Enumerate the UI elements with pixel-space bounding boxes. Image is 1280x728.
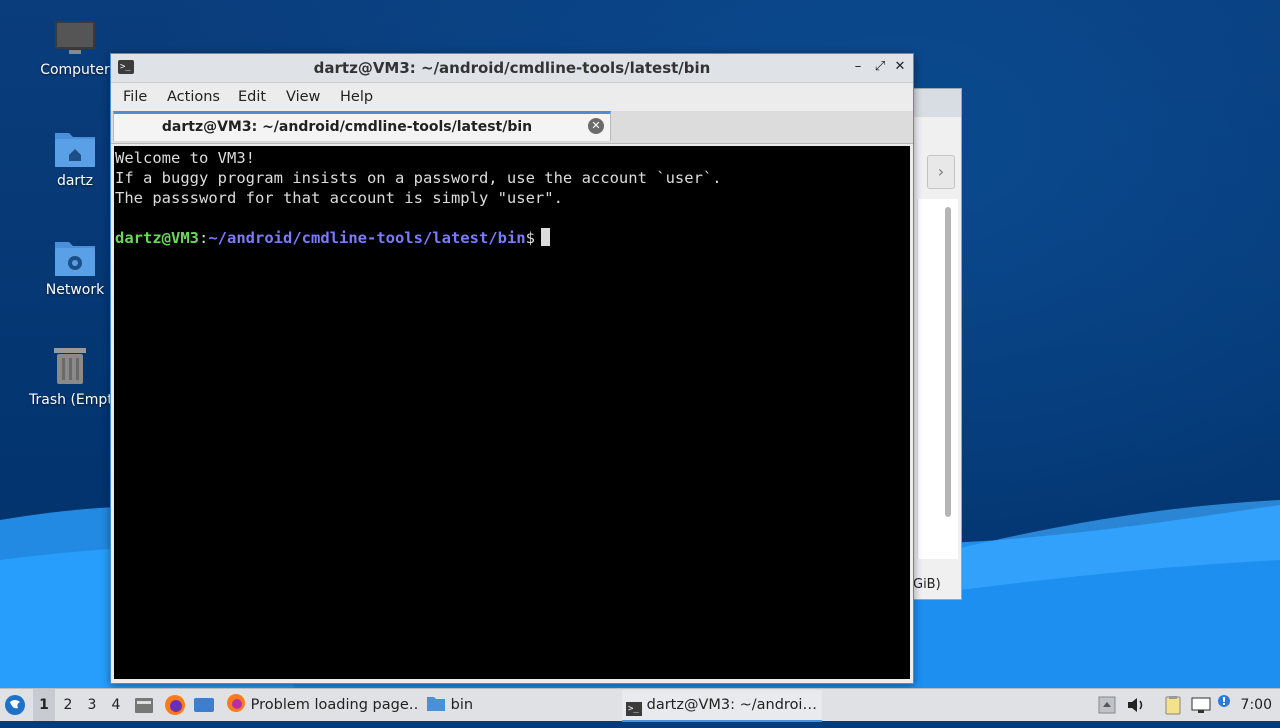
file-manager-scrollbar[interactable]	[945, 207, 951, 517]
prompt-user-host: dartz@VM3	[115, 229, 199, 247]
folder-icon	[427, 697, 445, 711]
workspace-3[interactable]: 3	[81, 689, 103, 721]
network-icon	[1191, 697, 1211, 713]
output-line: Welcome to VM3!	[115, 149, 255, 167]
clipboard-tray[interactable]	[1163, 689, 1183, 721]
output-line: If a buggy program insists on a password…	[115, 169, 722, 187]
computer-icon	[55, 21, 95, 54]
notification-tray[interactable]	[1216, 689, 1232, 721]
file-manager-icon	[135, 698, 153, 713]
firefox-launcher[interactable]	[164, 689, 186, 721]
tab-terminal[interactable]: dartz@VM3: ~/android/cmdline-tools/lates…	[113, 111, 611, 141]
workspace-1[interactable]: 1	[33, 689, 55, 721]
trash-icon	[54, 348, 86, 384]
home-folder-icon	[55, 133, 95, 167]
prompt-symbol: $	[525, 229, 535, 247]
output-line: The passsword for that account is simply…	[115, 189, 563, 207]
terminal-output[interactable]: Welcome to VM3! If a buggy program insis…	[114, 146, 910, 679]
window-title: dartz@VM3: ~/android/cmdline-tools/lates…	[313, 59, 711, 77]
tab-label: dartz@VM3: ~/android/cmdline-tools/lates…	[161, 119, 533, 135]
info-icon	[1218, 695, 1230, 707]
show-desktop-icon	[194, 698, 214, 712]
close-tab-icon[interactable]: ✕	[588, 118, 604, 134]
task-firefox[interactable]: Problem loading page…	[222, 690, 420, 720]
firefox-icon	[227, 694, 245, 712]
menubar: File Actions Edit View Help	[111, 83, 913, 111]
menu-file[interactable]: File	[123, 89, 147, 105]
close-button[interactable]: ✕	[891, 58, 909, 76]
clock[interactable]: 7:00	[1241, 689, 1272, 721]
tab-bar: dartz@VM3: ~/android/cmdline-tools/lates…	[111, 111, 913, 144]
task-label: dartz@VM3: ~/androi…	[646, 697, 817, 713]
menu-help[interactable]: Help	[340, 89, 373, 105]
task-label: Problem loading page…	[250, 697, 420, 713]
maximize-button[interactable]: ⤢	[871, 58, 889, 76]
chevron-right-icon[interactable]: ›	[927, 155, 955, 189]
terminal-window[interactable]: >_ dartz@VM3: ~/android/cmdline-tools/la…	[110, 53, 914, 684]
tray-arrow[interactable]	[1098, 689, 1116, 721]
start-menu-icon	[5, 695, 25, 715]
network-folder-icon	[55, 242, 95, 276]
volume-control[interactable]	[1126, 689, 1146, 721]
desktop-icon-trash[interactable]: Trash (Empty)	[25, 344, 115, 408]
minimize-button[interactable]: –	[849, 58, 867, 76]
prompt-separator: :	[199, 229, 209, 247]
task-terminal[interactable]: >_ dartz@VM3: ~/androi…	[622, 690, 822, 722]
eject-icon	[1098, 696, 1116, 714]
clipboard-icon	[1165, 696, 1181, 715]
network-tray[interactable]	[1190, 689, 1212, 721]
file-manager-panel	[917, 199, 958, 559]
menu-actions[interactable]: Actions	[167, 89, 220, 105]
taskbar: 1 2 3 4 Problem loading page… bin >_ dar…	[0, 688, 1280, 722]
volume-icon	[1128, 698, 1143, 712]
desktop-launcher[interactable]	[193, 689, 215, 721]
task-file-manager[interactable]: bin	[422, 690, 586, 720]
workspace-4[interactable]: 4	[105, 689, 127, 721]
menu-edit[interactable]: Edit	[238, 89, 266, 105]
prompt-line[interactable]: dartz@VM3:~/android/cmdline-tools/latest…	[115, 228, 909, 248]
firefox-icon	[165, 695, 185, 715]
start-menu-button[interactable]	[4, 689, 30, 721]
workspace-2[interactable]: 2	[57, 689, 79, 721]
prompt-path: ~/android/cmdline-tools/latest/bin	[208, 229, 526, 247]
text-cursor	[540, 228, 550, 246]
file-manager-launcher[interactable]	[134, 689, 154, 721]
desktop-icon-label: Trash (Empty)	[29, 392, 115, 408]
menu-view[interactable]: View	[286, 89, 320, 105]
file-manager-status: GiB)	[913, 577, 941, 592]
task-label: bin	[450, 697, 474, 713]
terminal-titlebar[interactable]: >_ dartz@VM3: ~/android/cmdline-tools/la…	[111, 54, 913, 83]
terminal-icon: >_	[626, 702, 642, 716]
